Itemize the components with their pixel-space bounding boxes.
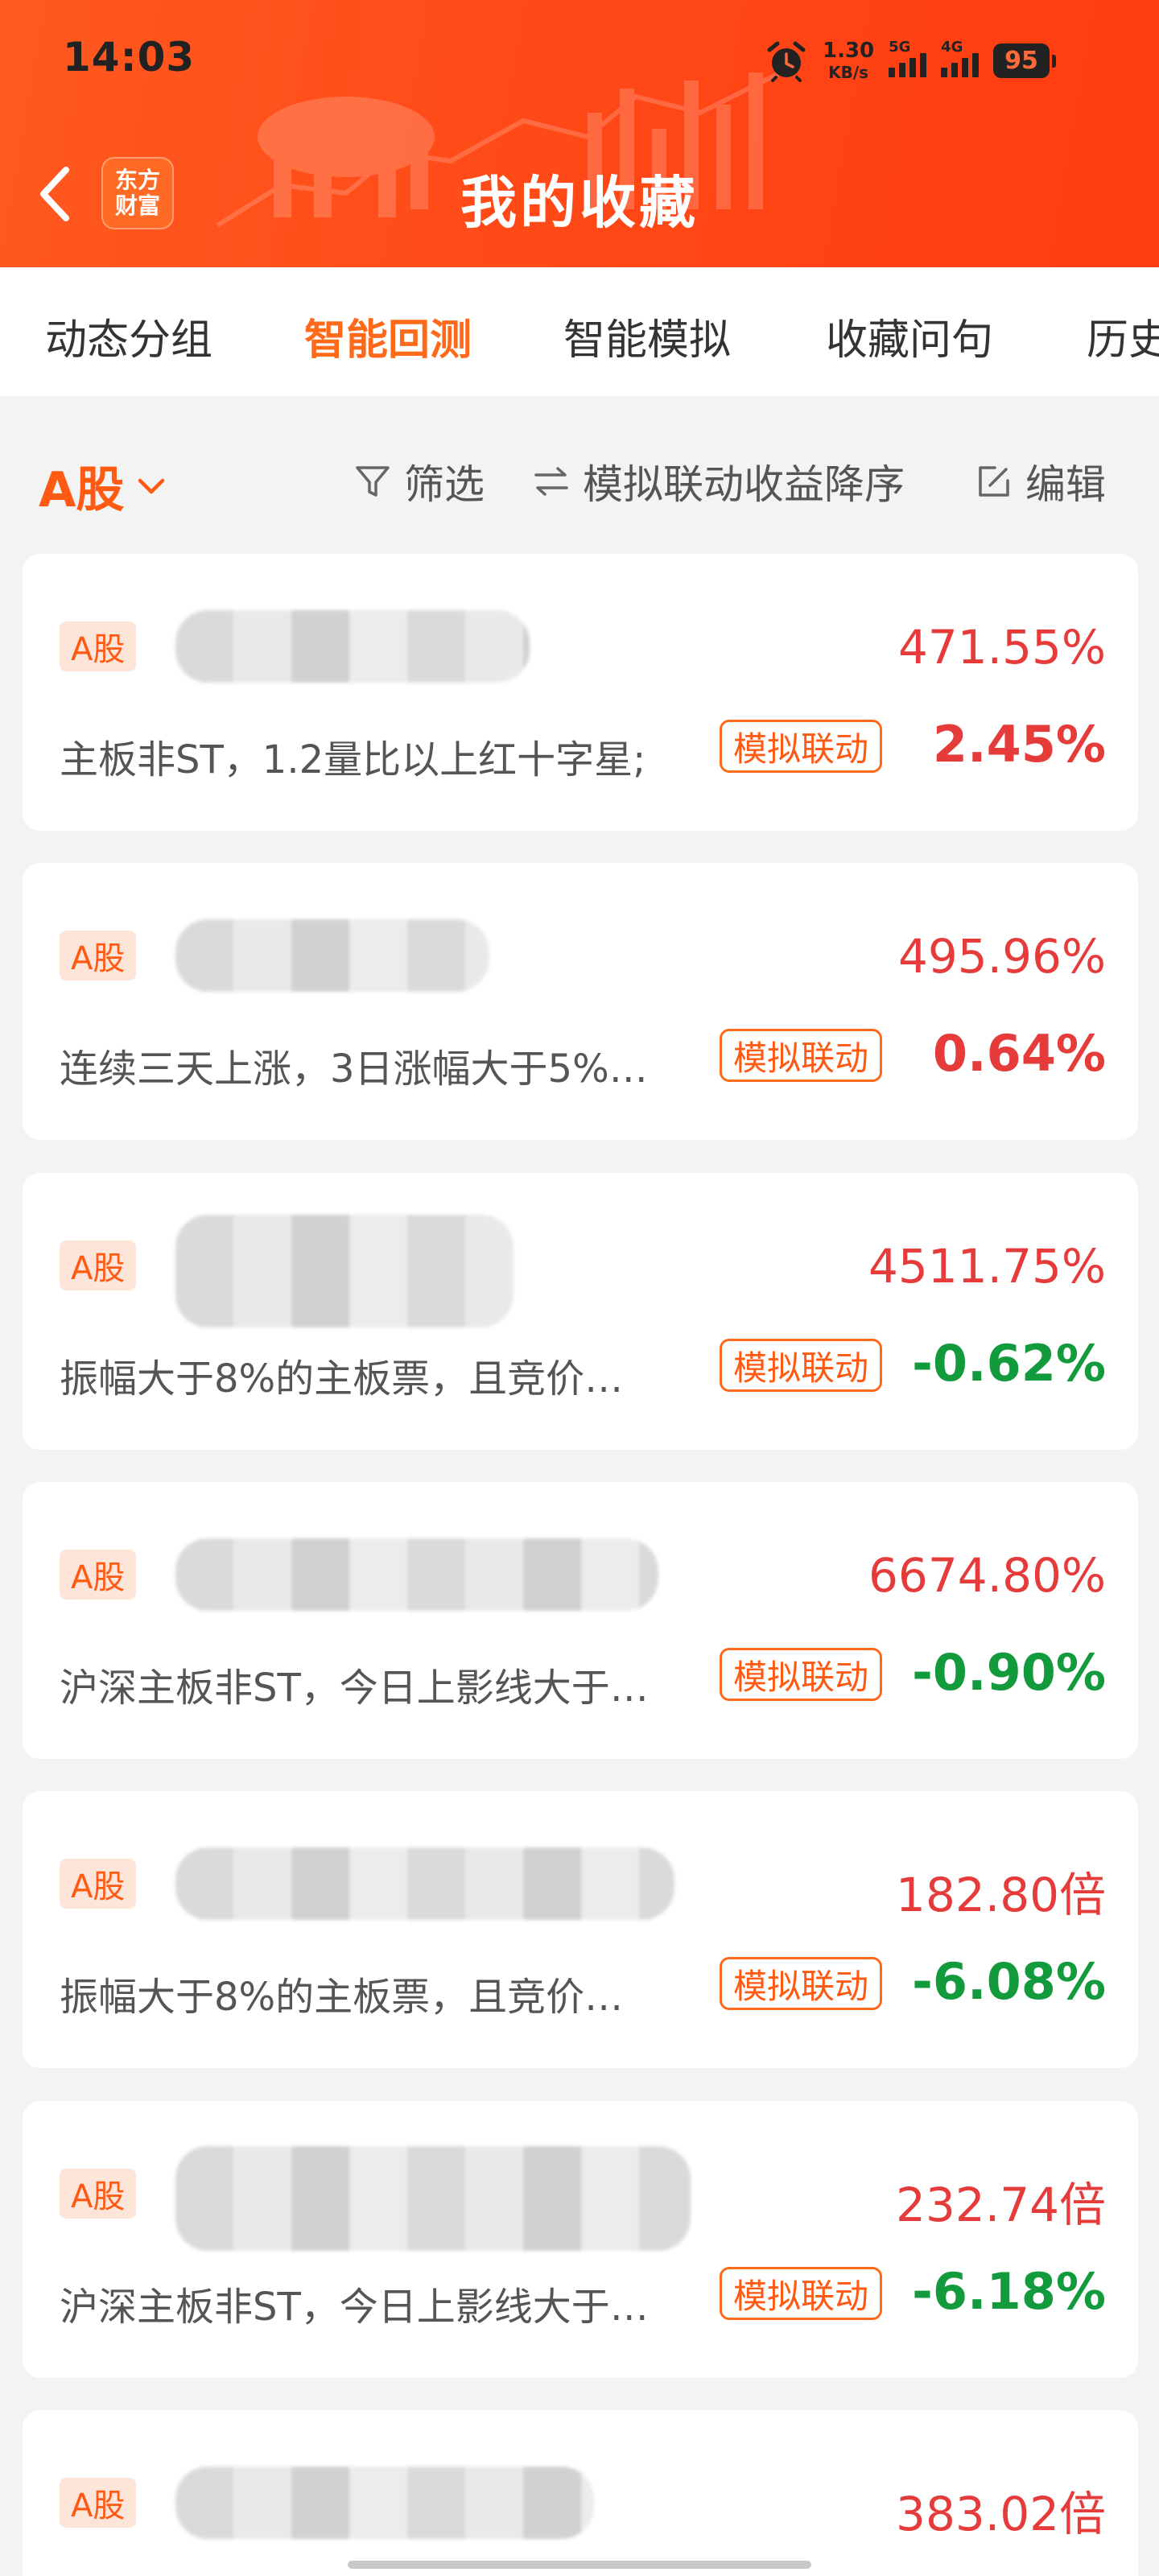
signal-5g-label: 5G bbox=[889, 39, 911, 56]
blurred-strategy-name bbox=[175, 1215, 514, 1327]
strategy-card[interactable]: A股 383.02倍 bbox=[23, 2410, 1138, 2576]
simulation-link-tag[interactable]: 模拟联动 bbox=[720, 720, 883, 773]
simulation-link-tag[interactable]: 模拟联动 bbox=[720, 1957, 883, 2010]
tab-smart-backtest[interactable]: 智能回测 bbox=[304, 306, 472, 366]
blurred-strategy-name bbox=[175, 610, 530, 683]
market-badge: A股 bbox=[60, 1241, 137, 1290]
tab-dynamic-groups[interactable]: 动态分组 bbox=[45, 306, 212, 366]
backtest-return: 232.74倍 bbox=[896, 2178, 1106, 2232]
simulation-return: 0.64% bbox=[932, 1024, 1106, 1083]
strategy-card[interactable]: A股 495.96% 连续三天上涨，3日涨幅大于5%… 模拟联动 0.64% bbox=[23, 863, 1138, 1140]
filter-bar: A股 筛选 模拟联动收益降序 编辑 bbox=[0, 419, 1159, 531]
strategy-card[interactable]: A股 182.80倍 振幅大于8%的主板票，且竞价… 模拟联动 -6.08% bbox=[23, 1791, 1138, 2068]
simulation-return: -0.62% bbox=[912, 1334, 1106, 1393]
market-badge: A股 bbox=[60, 1859, 137, 1909]
strategy-card[interactable]: A股 232.74倍 沪深主板非ST，今日上影线大于… 模拟联动 -6.18% bbox=[23, 2101, 1138, 2378]
simulation-link-tag[interactable]: 模拟联动 bbox=[720, 1339, 883, 1392]
tab-bar: 动态分组 智能回测 智能模拟 收藏问句 历史 bbox=[0, 267, 1159, 396]
tab-history[interactable]: 历史 bbox=[1087, 306, 1159, 366]
simulation-return: -0.90% bbox=[912, 1643, 1106, 1702]
market-badge: A股 bbox=[60, 2478, 137, 2528]
signal-4g-icon: 4G bbox=[941, 39, 980, 77]
simulation-link-tag[interactable]: 模拟联动 bbox=[720, 1029, 883, 1082]
market-badge: A股 bbox=[60, 621, 137, 671]
strategy-card[interactable]: A股 4511.75% 振幅大于8%的主板票，且竞价… 模拟联动 -0.62% bbox=[23, 1173, 1138, 1450]
backtest-return: 495.96% bbox=[897, 929, 1106, 984]
backtest-return: 471.55% bbox=[897, 620, 1106, 675]
tab-saved-queries[interactable]: 收藏问句 bbox=[826, 306, 993, 366]
market-selector[interactable]: A股 bbox=[39, 451, 167, 521]
strategy-description: 振幅大于8%的主板票，且竞价… bbox=[60, 1975, 624, 2020]
strategy-description: 沪深主板非ST，今日上影线大于… bbox=[60, 2285, 649, 2330]
tab-smart-simulation[interactable]: 智能模拟 bbox=[563, 306, 731, 366]
strategy-description: 振幅大于8%的主板票，且竞价… bbox=[60, 1356, 624, 1402]
battery-indicator: 95 bbox=[993, 43, 1056, 78]
edit-label: 编辑 bbox=[1025, 461, 1106, 508]
edit-icon bbox=[979, 466, 1009, 497]
market-badge: A股 bbox=[60, 1550, 137, 1600]
strategy-description: 沪深主板非ST，今日上影线大于… bbox=[60, 1666, 649, 1711]
blurred-strategy-name bbox=[175, 2146, 691, 2251]
status-icons: 1.30 KB/s 5G 4G 95 bbox=[765, 32, 1056, 89]
simulation-link-tag[interactable]: 模拟联动 bbox=[720, 2267, 883, 2320]
backtest-return: 383.02倍 bbox=[896, 2487, 1106, 2541]
simulation-return: -6.08% bbox=[912, 1952, 1106, 2011]
market-badge: A股 bbox=[60, 2169, 137, 2219]
app-header: 14:03 1.30 KB/s 5G 4G 95 东方 财富 我的收藏 bbox=[0, 0, 1159, 267]
strategy-description: 连续三天上涨，3日涨幅大于5%… bbox=[60, 1046, 648, 1092]
home-indicator[interactable] bbox=[348, 2561, 811, 2569]
edit-button[interactable]: 编辑 bbox=[974, 452, 1106, 510]
strategy-card[interactable]: A股 6674.80% 沪深主板非ST，今日上影线大于… 模拟联动 -0.90% bbox=[23, 1482, 1138, 1759]
simulation-return: -6.18% bbox=[912, 2262, 1106, 2321]
swap-sort-icon bbox=[534, 467, 568, 496]
strategy-card[interactable]: A股 471.55% 主板非ST，1.2量比以上红十字星; 模拟联动 2.45% bbox=[23, 554, 1138, 831]
sort-label: 模拟联动收益降序 bbox=[583, 461, 905, 508]
network-speed: 1.30 KB/s bbox=[823, 40, 874, 80]
blurred-strategy-name bbox=[175, 1847, 674, 1920]
blurred-strategy-name bbox=[175, 1538, 658, 1611]
signal-5g-icon: 5G bbox=[889, 39, 927, 77]
net-speed-unit: KB/s bbox=[828, 63, 869, 82]
signal-4g-label: 4G bbox=[941, 39, 963, 56]
simulation-return: 2.45% bbox=[932, 715, 1106, 774]
chevron-down-icon bbox=[138, 478, 165, 493]
market-label: A股 bbox=[39, 462, 125, 518]
net-speed-value: 1.30 bbox=[823, 39, 875, 63]
backtest-return: 182.80倍 bbox=[896, 1868, 1106, 1922]
backtest-return: 6674.80% bbox=[868, 1548, 1106, 1603]
blurred-strategy-name bbox=[175, 919, 489, 992]
blurred-strategy-name bbox=[175, 2467, 594, 2539]
alarm-clock-icon bbox=[767, 41, 806, 82]
backtest-return: 4511.75% bbox=[868, 1239, 1106, 1294]
page-title: 我的收藏 bbox=[460, 170, 699, 236]
simulation-link-tag[interactable]: 模拟联动 bbox=[720, 1648, 883, 1701]
sort-button[interactable]: 模拟联动收益降序 bbox=[531, 452, 905, 510]
filter-label: 筛选 bbox=[404, 461, 485, 508]
status-time: 14:03 bbox=[63, 34, 196, 80]
filter-button[interactable]: 筛选 bbox=[353, 452, 485, 510]
strategy-description: 主板非ST，1.2量比以上红十字星; bbox=[60, 737, 646, 782]
funnel-icon bbox=[356, 466, 390, 497]
market-badge: A股 bbox=[60, 931, 137, 980]
